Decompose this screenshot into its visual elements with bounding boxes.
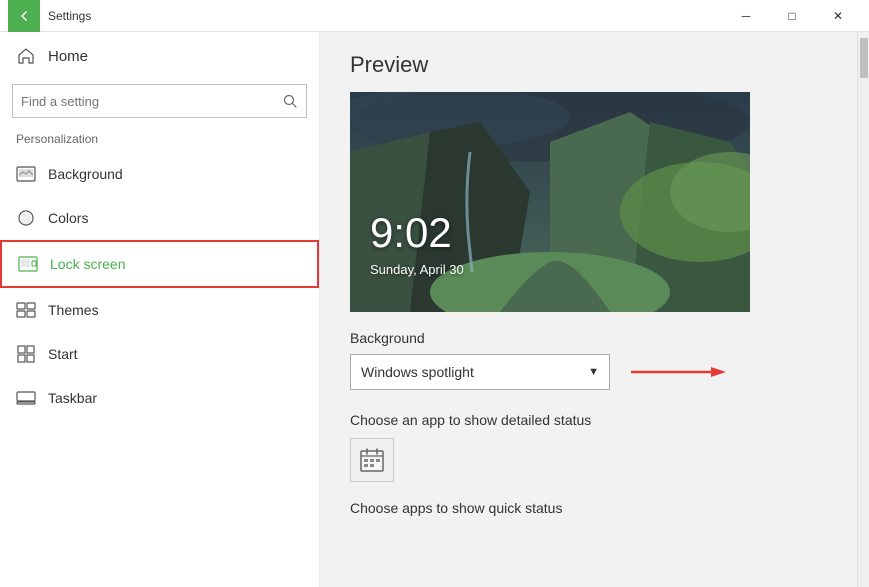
- dropdown-row: Windows spotlight ▼: [350, 354, 827, 390]
- background-field-label: Background: [350, 330, 827, 346]
- search-box[interactable]: [12, 84, 307, 118]
- dropdown-value: Windows spotlight: [361, 364, 588, 380]
- detailed-status-label: Choose an app to show detailed status: [350, 412, 827, 428]
- scrollbar-thumb[interactable]: [860, 38, 868, 78]
- back-button[interactable]: [8, 0, 40, 32]
- sidebar-item-colors[interactable]: Colors: [0, 196, 319, 240]
- background-icon: [16, 164, 36, 184]
- calendar-icon: [359, 447, 385, 473]
- section-label: Personalization: [0, 128, 319, 152]
- start-icon: [16, 344, 36, 364]
- sidebar-item-taskbar[interactable]: Taskbar: [0, 376, 319, 420]
- close-button[interactable]: ✕: [815, 0, 861, 32]
- sidebar: Home Personalization Background: [0, 32, 320, 587]
- sidebar-item-start[interactable]: Start: [0, 332, 319, 376]
- colors-icon: [16, 208, 36, 228]
- lock-screen-icon: [18, 254, 38, 274]
- content-area: Preview: [320, 32, 857, 587]
- app-title: Settings: [40, 9, 723, 23]
- taskbar-icon: [16, 388, 36, 408]
- title-bar: Settings ─ □ ✕: [0, 0, 869, 32]
- sidebar-item-lock-screen[interactable]: Lock screen: [0, 240, 319, 288]
- sidebar-item-themes[interactable]: Themes: [0, 288, 319, 332]
- themes-label: Themes: [48, 302, 99, 318]
- background-label: Background: [48, 166, 123, 182]
- maximize-button[interactable]: □: [769, 0, 815, 32]
- lock-screen-label: Lock screen: [50, 256, 125, 272]
- quick-status-label: Choose apps to show quick status: [350, 500, 827, 516]
- app-body: Home Personalization Background: [0, 32, 869, 587]
- home-icon: [16, 46, 36, 66]
- search-input[interactable]: [13, 88, 274, 115]
- themes-icon: [16, 300, 36, 320]
- page-title: Preview: [350, 52, 827, 78]
- minimize-button[interactable]: ─: [723, 0, 769, 32]
- chevron-down-icon: ▼: [588, 366, 599, 378]
- window-controls: ─ □ ✕: [723, 0, 861, 32]
- colors-label: Colors: [48, 210, 88, 226]
- background-dropdown[interactable]: Windows spotlight ▼: [350, 354, 610, 390]
- sidebar-item-home[interactable]: Home: [0, 32, 319, 80]
- red-arrow-icon: [626, 360, 726, 384]
- preview-date: Sunday, April 30: [370, 262, 464, 277]
- home-label: Home: [48, 48, 88, 65]
- scrollbar-track[interactable]: [857, 32, 869, 587]
- sidebar-item-background[interactable]: Background: [0, 152, 319, 196]
- preview-time: 9:02: [370, 209, 452, 257]
- calendar-app-icon[interactable]: [350, 438, 394, 482]
- preview-image: 9:02 Sunday, April 30: [350, 92, 750, 312]
- arrow-annotation: [626, 360, 726, 384]
- start-label: Start: [48, 346, 78, 362]
- taskbar-label: Taskbar: [48, 390, 97, 406]
- search-icon: [274, 85, 306, 117]
